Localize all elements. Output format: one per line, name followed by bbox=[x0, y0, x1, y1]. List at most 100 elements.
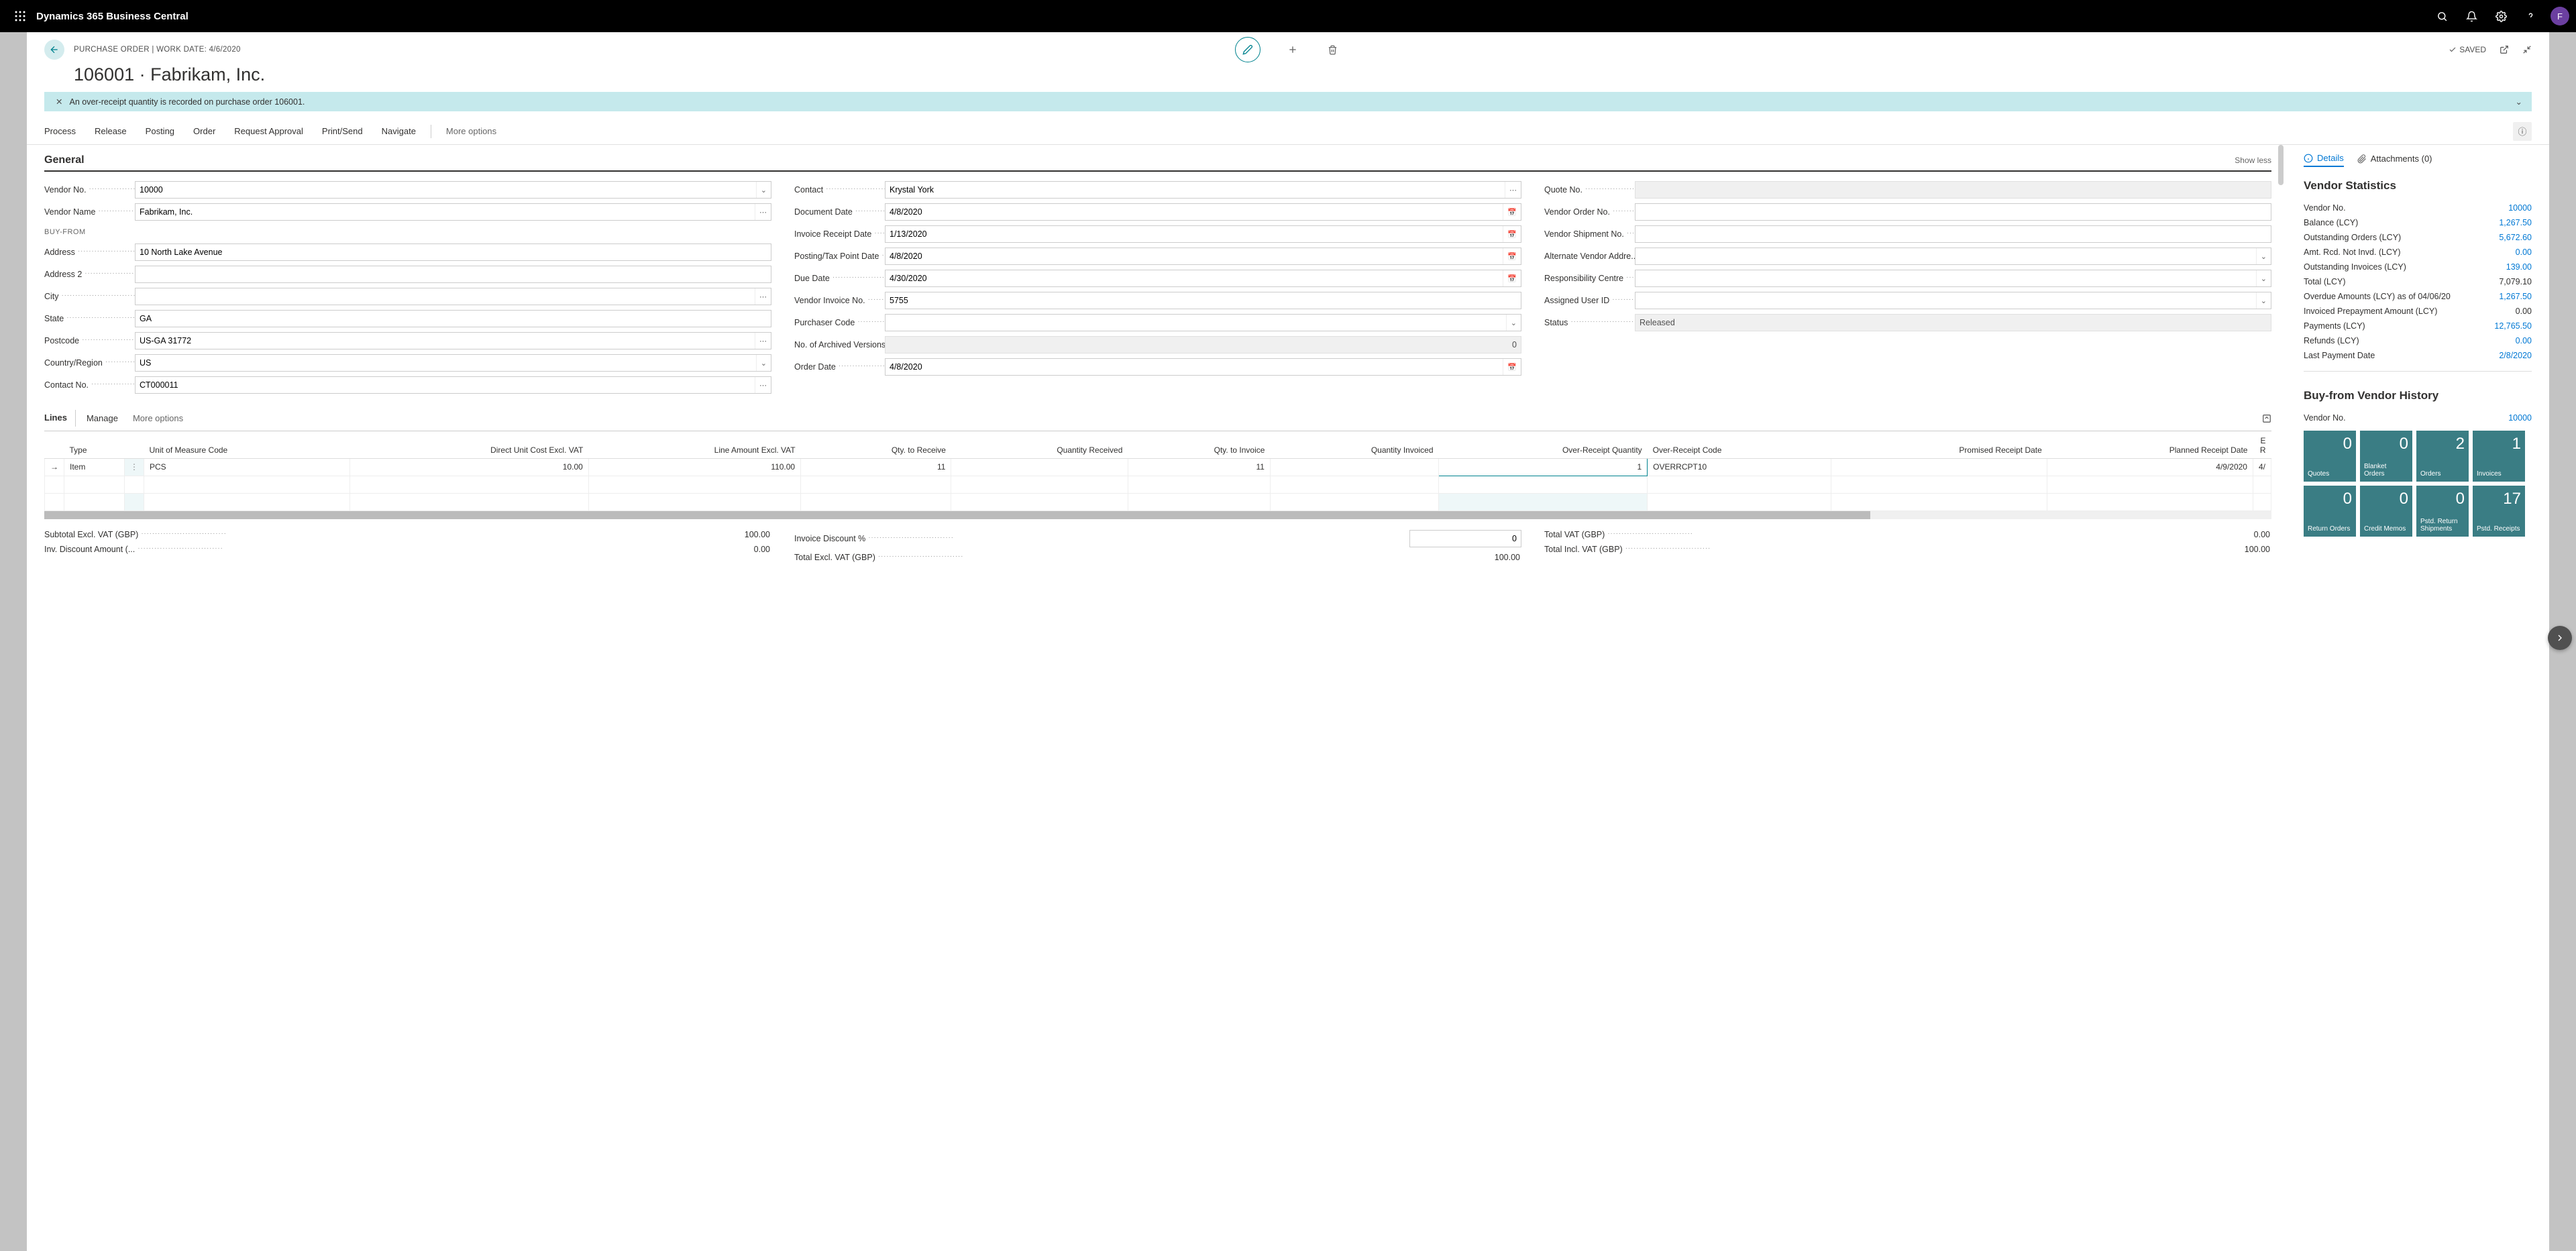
action-process[interactable]: Process bbox=[44, 126, 76, 136]
stat-payments-value[interactable]: 12,765.50 bbox=[2494, 321, 2532, 331]
cell-orq-selected[interactable]: 1 bbox=[1439, 458, 1648, 476]
inv-disc-pct-input[interactable] bbox=[1409, 530, 1521, 547]
col-la[interactable]: Line Amount Excl. VAT bbox=[588, 431, 800, 458]
table-row[interactable] bbox=[45, 476, 2271, 493]
action-order[interactable]: Order bbox=[193, 126, 215, 136]
city-input[interactable]: ⋯ bbox=[135, 288, 771, 305]
state-input[interactable] bbox=[135, 310, 771, 327]
gear-icon[interactable] bbox=[2487, 0, 2514, 32]
cell-duc[interactable]: 10.00 bbox=[350, 458, 588, 476]
cell-er[interactable]: 4/ bbox=[2253, 458, 2271, 476]
history-tile[interactable]: 0Quotes bbox=[2304, 431, 2356, 482]
table-row[interactable] bbox=[45, 493, 2271, 510]
action-navigate[interactable]: Navigate bbox=[382, 126, 416, 136]
scrollbar[interactable] bbox=[2278, 145, 2284, 185]
history-tile[interactable]: 0Credit Memos bbox=[2360, 486, 2412, 537]
stat-overdue-value[interactable]: 1,267.50 bbox=[2499, 292, 2532, 301]
address-input[interactable] bbox=[135, 243, 771, 261]
vendor-name-input[interactable]: ⋯ bbox=[135, 203, 771, 221]
vend-order-input[interactable] bbox=[1635, 203, 2271, 221]
history-tile[interactable]: 0Blanket Orders bbox=[2360, 431, 2412, 482]
stat-outinv-value[interactable]: 139.00 bbox=[2506, 262, 2532, 272]
cell-orc[interactable]: OVERRCPT10 bbox=[1648, 458, 1831, 476]
cell-qtr[interactable]: 11 bbox=[801, 458, 951, 476]
cell-qr[interactable] bbox=[951, 458, 1128, 476]
order-date-input[interactable]: 📅 bbox=[885, 358, 1521, 376]
lines-manage[interactable]: Manage bbox=[87, 413, 118, 423]
col-uom[interactable]: Unit of Measure Code bbox=[144, 431, 350, 458]
details-tab[interactable]: Details bbox=[2304, 153, 2344, 167]
history-tile[interactable]: 17Pstd. Receipts bbox=[2473, 486, 2525, 537]
lines-expand-icon[interactable] bbox=[2262, 414, 2271, 423]
assigned-user-input[interactable]: ⌄ bbox=[1635, 292, 2271, 309]
lines-grid[interactable]: Type Unit of Measure Code Direct Unit Co… bbox=[44, 431, 2271, 519]
delete-button[interactable] bbox=[1328, 45, 1341, 55]
inv-rcpt-date-input[interactable]: 📅 bbox=[885, 225, 1521, 243]
cell-type[interactable]: Item bbox=[64, 458, 125, 476]
history-tile[interactable]: 1Invoices bbox=[2473, 431, 2525, 482]
vend-ship-input[interactable] bbox=[1635, 225, 2271, 243]
history-tile[interactable]: 0Pstd. Return Shipments bbox=[2416, 486, 2469, 537]
resp-ctr-input[interactable]: ⌄ bbox=[1635, 270, 2271, 287]
hist-vendno-value[interactable]: 10000 bbox=[2508, 413, 2532, 423]
country-input[interactable]: ⌄ bbox=[135, 354, 771, 372]
posting-date-input[interactable]: 📅 bbox=[885, 248, 1521, 265]
row-menu-icon[interactable]: ⋮ bbox=[125, 458, 144, 476]
cell-qi[interactable] bbox=[1270, 458, 1438, 476]
edit-button[interactable] bbox=[1235, 37, 1260, 62]
col-orq[interactable]: Over-Receipt Quantity bbox=[1439, 431, 1648, 458]
app-launcher-icon[interactable] bbox=[7, 11, 34, 21]
info-icon[interactable]: ⓘ bbox=[2513, 122, 2532, 141]
history-tile[interactable]: 0Return Orders bbox=[2304, 486, 2356, 537]
cell-la[interactable]: 110.00 bbox=[588, 458, 800, 476]
popout-icon[interactable] bbox=[2500, 45, 2509, 54]
contact-input[interactable]: ⋯ bbox=[885, 181, 1521, 199]
history-tile[interactable]: 2Orders bbox=[2416, 431, 2469, 482]
cell-pld[interactable]: 4/9/2020 bbox=[2047, 458, 2253, 476]
back-button[interactable] bbox=[44, 40, 64, 60]
col-qtr[interactable]: Qty. to Receive bbox=[801, 431, 951, 458]
col-qi[interactable]: Quantity Invoiced bbox=[1270, 431, 1438, 458]
lines-more[interactable]: More options bbox=[133, 413, 183, 423]
horizontal-scrollbar[interactable] bbox=[44, 511, 2271, 519]
col-er[interactable]: E R bbox=[2253, 431, 2271, 458]
purchaser-code-input[interactable]: ⌄ bbox=[885, 314, 1521, 331]
stat-balance-value[interactable]: 1,267.50 bbox=[2499, 218, 2532, 227]
stat-refunds-value[interactable]: 0.00 bbox=[2516, 336, 2532, 345]
col-qti[interactable]: Qty. to Invoice bbox=[1128, 431, 1270, 458]
cell-qti[interactable]: 11 bbox=[1128, 458, 1270, 476]
cell-uom[interactable]: PCS bbox=[144, 458, 350, 476]
action-more[interactable]: More options bbox=[446, 126, 496, 136]
postcode-input[interactable]: ⋯ bbox=[135, 332, 771, 349]
action-request-approval[interactable]: Request Approval bbox=[234, 126, 303, 136]
cell-prd[interactable] bbox=[1831, 458, 2047, 476]
attachments-tab[interactable]: Attachments (0) bbox=[2357, 154, 2432, 166]
bell-icon[interactable] bbox=[2458, 0, 2485, 32]
lines-tab[interactable]: Lines bbox=[44, 410, 76, 427]
alt-vend-input[interactable]: ⌄ bbox=[1635, 248, 2271, 265]
vendor-inv-no-input[interactable] bbox=[885, 292, 1521, 309]
new-button[interactable] bbox=[1287, 44, 1301, 55]
search-icon[interactable] bbox=[2428, 0, 2455, 32]
col-prd[interactable]: Promised Receipt Date bbox=[1831, 431, 2047, 458]
row-arrow-icon[interactable]: → bbox=[45, 458, 64, 476]
action-print-send[interactable]: Print/Send bbox=[322, 126, 363, 136]
contact-no-input[interactable]: ⋯ bbox=[135, 376, 771, 394]
vendor-no-input[interactable]: ⌄ bbox=[135, 181, 771, 199]
stat-lastpay-value[interactable]: 2/8/2020 bbox=[2499, 351, 2532, 360]
col-qr[interactable]: Quantity Received bbox=[951, 431, 1128, 458]
show-less-link[interactable]: Show less bbox=[2235, 156, 2271, 165]
doc-date-input[interactable]: 📅 bbox=[885, 203, 1521, 221]
collapse-icon[interactable] bbox=[2522, 45, 2532, 54]
col-orc[interactable]: Over-Receipt Code bbox=[1648, 431, 1831, 458]
address2-input[interactable] bbox=[135, 266, 771, 283]
next-record-button[interactable] bbox=[2548, 626, 2572, 650]
stat-amtrcd-value[interactable]: 0.00 bbox=[2516, 248, 2532, 257]
due-date-input[interactable]: 📅 bbox=[885, 270, 1521, 287]
banner-close-icon[interactable]: ✕ bbox=[56, 97, 62, 107]
stat-outorders-value[interactable]: 5,672.60 bbox=[2499, 233, 2532, 242]
action-posting[interactable]: Posting bbox=[146, 126, 174, 136]
help-icon[interactable] bbox=[2517, 0, 2544, 32]
action-release[interactable]: Release bbox=[95, 126, 127, 136]
col-type[interactable]: Type bbox=[64, 431, 125, 458]
